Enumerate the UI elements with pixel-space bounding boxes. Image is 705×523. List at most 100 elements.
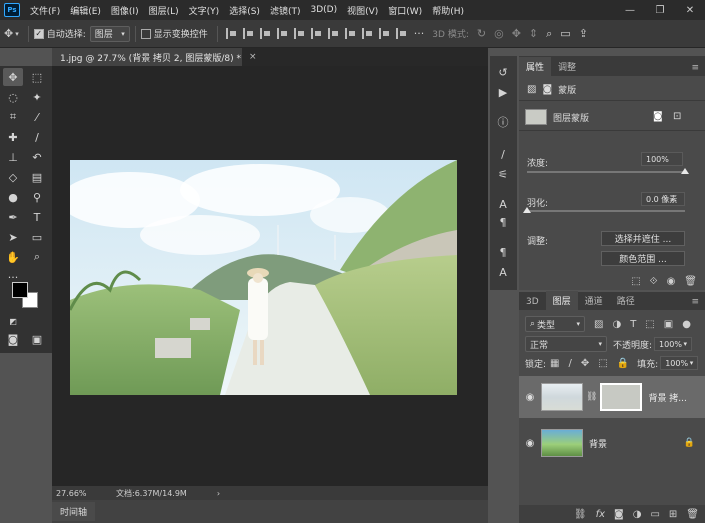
filter-adjustment-icon[interactable]: ◑ [612, 319, 621, 330]
workspace-icon[interactable]: ▭ [560, 27, 570, 40]
close-window-button[interactable]: ✕ [675, 0, 705, 20]
link-layers-icon[interactable]: ⛓ [574, 509, 587, 520]
move-tool-icon[interactable]: ✥ [4, 27, 13, 40]
type-tool-icon[interactable]: T [27, 208, 47, 226]
menu-edit[interactable]: 编辑(E) [70, 4, 101, 17]
lock-position-icon[interactable]: ✥ [581, 358, 589, 369]
layer-row-background[interactable]: ◉ 背景 🔒 [519, 422, 705, 464]
image-icon[interactable]: ▨ [527, 84, 536, 95]
marquee-tool-icon[interactable]: ⬚ [27, 68, 47, 86]
foreground-color-swatch[interactable] [12, 282, 28, 298]
tab-adjustments[interactable]: 调整 [551, 57, 583, 76]
layer-mask-row[interactable]: 图层蒙版 [525, 109, 589, 125]
tab-layers[interactable]: 图层 [545, 291, 578, 310]
chevron-down-icon[interactable]: ▾ [15, 30, 19, 38]
adjustment-layer-icon[interactable]: ◑ [633, 509, 642, 520]
tab-properties[interactable]: 属性 [519, 57, 552, 76]
rectangle-tool-icon[interactable]: ▭ [27, 228, 47, 246]
opacity-input[interactable]: 100% ▾ [654, 337, 693, 351]
search-icon[interactable]: ⌕ [546, 27, 552, 41]
crop-tool-icon[interactable]: ⌗ [3, 108, 23, 126]
align-hcenter-icon[interactable] [242, 28, 254, 39]
distribute-vcenter-icon[interactable] [344, 28, 356, 39]
auto-select-dropdown[interactable]: 图层 ▾ [89, 25, 130, 42]
magic-wand-tool-icon[interactable]: ✦ [27, 88, 47, 106]
filter-type-icon[interactable]: T [630, 319, 636, 330]
color-range-button[interactable]: 颜色范围 ... [601, 251, 685, 266]
dodge-tool-icon[interactable]: ⚲ [27, 188, 47, 206]
filter-pixel-icon[interactable]: ▨ [594, 319, 603, 330]
lock-all-icon[interactable]: 🔒 [617, 358, 629, 369]
feather-slider[interactable] [527, 210, 685, 212]
lock-image-icon[interactable]: / [569, 358, 572, 369]
distribute-left-icon[interactable] [378, 28, 390, 39]
select-and-mask-button[interactable]: 选择并遮住 ... [601, 231, 685, 246]
density-input[interactable]: 100% [641, 152, 683, 166]
character-icon[interactable]: A [495, 196, 511, 212]
lock-transparent-icon[interactable]: ▦ [550, 358, 559, 369]
default-colors-icon[interactable]: ◩ [3, 312, 23, 330]
layer-thumbnail[interactable] [541, 429, 583, 457]
density-slider-knob[interactable] [681, 168, 689, 174]
fill-input[interactable]: 100% ▾ [660, 356, 699, 370]
menu-help[interactable]: 帮助(H) [432, 4, 464, 17]
menu-layer[interactable]: 图层(L) [149, 4, 179, 17]
paragraph-styles-icon[interactable]: ¶ [495, 244, 511, 260]
mask-thumbnail[interactable] [600, 383, 643, 411]
eye-icon[interactable]: ◉ [519, 392, 541, 403]
brush-settings-icon[interactable]: / [495, 146, 511, 162]
paragraph-icon[interactable]: ¶ [495, 214, 511, 230]
lasso-tool-icon[interactable]: ◌ [3, 88, 23, 106]
feather-slider-knob[interactable] [523, 207, 531, 213]
eye-icon[interactable]: ◉ [519, 438, 541, 449]
healing-brush-tool-icon[interactable]: ✚ [3, 128, 23, 146]
move-tool-icon[interactable]: ✥ [3, 68, 23, 86]
pen-tool-icon[interactable]: ✒ [3, 208, 23, 226]
lock-icon[interactable]: 🔒 [684, 438, 695, 448]
layer-filter-dropdown[interactable]: ⌕ 类型 ▾ [525, 316, 585, 332]
toggle-mask-icon[interactable]: ◉ [667, 276, 676, 287]
path-selection-tool-icon[interactable]: ➤ [3, 228, 23, 246]
filter-shape-icon[interactable]: ⬚ [645, 319, 654, 330]
align-vcenter-icon[interactable] [293, 28, 305, 39]
delete-layer-icon[interactable]: 🗑 [686, 509, 699, 520]
distribute-bottom-icon[interactable] [361, 28, 373, 39]
minimize-button[interactable]: — [615, 0, 645, 20]
document-tab[interactable]: 1.jpg @ 27.7% (背景 拷贝 2, 图层蒙版/8) * × [52, 48, 257, 66]
document-image[interactable] [70, 160, 457, 395]
panel-menu-icon[interactable]: ≡ [691, 63, 699, 76]
layer-row-background-copy[interactable]: ◉ ⛓ 背景 拷... [519, 376, 705, 418]
align-left-icon[interactable] [225, 28, 237, 39]
eraser-tool-icon[interactable]: ◇ [3, 168, 23, 186]
align-bottom-icon[interactable] [310, 28, 322, 39]
add-vector-mask-icon[interactable]: ⊡ [673, 111, 681, 122]
load-selection-icon[interactable]: ⬚ [631, 276, 640, 287]
distribute-top-icon[interactable] [327, 28, 339, 39]
menu-3d[interactable]: 3D(D) [310, 5, 337, 15]
3d-roll-icon[interactable]: ◎ [494, 27, 504, 40]
eyedropper-tool-icon[interactable]: ⁄ [27, 108, 47, 126]
share-icon[interactable]: ⇪ [579, 27, 588, 40]
menu-select[interactable]: 选择(S) [229, 4, 260, 17]
filter-toggle-icon[interactable]: ● [682, 319, 691, 330]
align-top-icon[interactable] [276, 28, 288, 39]
status-info-arrow[interactable]: › [217, 489, 220, 498]
feather-input[interactable]: 0.0 像素 [641, 192, 685, 206]
menu-image[interactable]: 图像(I) [111, 4, 139, 17]
menu-filter[interactable]: 滤镜(T) [270, 4, 301, 17]
new-layer-icon[interactable]: ⊞ [669, 509, 677, 520]
quick-mask-icon[interactable]: ◙ [3, 330, 23, 348]
apply-mask-icon[interactable]: ⟐ [650, 276, 658, 287]
gradient-tool-icon[interactable]: ▤ [27, 168, 47, 186]
new-group-icon[interactable]: ▭ [650, 509, 659, 520]
layer-thumbnail[interactable] [541, 383, 583, 411]
timeline-tab[interactable]: 时间轴 [52, 502, 96, 521]
brushes-icon[interactable]: ⚟ [495, 166, 511, 182]
add-mask-icon[interactable]: ◙ [614, 509, 624, 520]
layer-name[interactable]: 背景 拷... [648, 391, 686, 404]
clone-stamp-tool-icon[interactable]: ⊥ [3, 148, 23, 166]
character-styles-icon[interactable]: A [495, 264, 511, 280]
tab-paths[interactable]: 路径 [610, 291, 642, 310]
close-icon[interactable]: × [249, 52, 257, 62]
3d-slide-icon[interactable]: ⇕ [529, 27, 538, 40]
